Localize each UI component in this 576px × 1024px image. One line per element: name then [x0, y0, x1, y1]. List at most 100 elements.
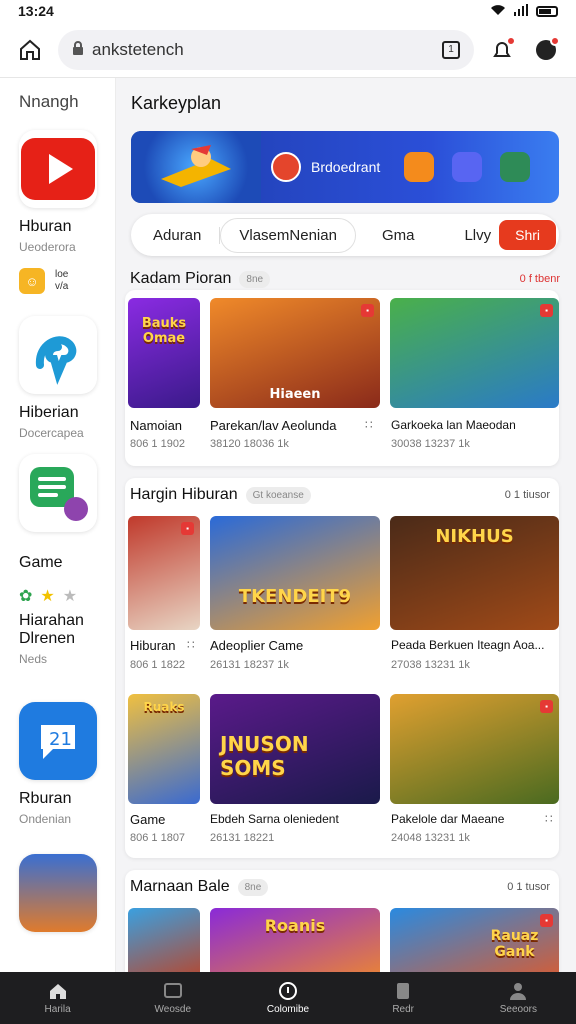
filter-aduran[interactable]: Aduran [145, 226, 221, 244]
bottom-nav: Harila Weosde Colomibe Redr Seeoors [0, 972, 576, 1024]
star-empty-icon: ★ [62, 588, 78, 605]
more-options-icon[interactable]: ∷ [545, 812, 553, 826]
section-card-1: Bauks Omae ▪ Hiaeen ▪ Namoian 806 1 1902… [125, 290, 559, 466]
game-tile[interactable]: Bauks Omae [128, 298, 200, 408]
game-tile[interactable]: ▪ [390, 298, 559, 408]
more-options-icon[interactable]: ∷ [187, 638, 195, 652]
nav-explore[interactable]: Colomibe [243, 981, 333, 1015]
more-options-icon[interactable]: ∷ [365, 418, 373, 432]
status-bar: 13:24 [0, 0, 576, 22]
banner-hero-art [131, 131, 261, 203]
nav-account[interactable]: Seeoors [473, 982, 563, 1015]
game-meta: 26131 18237 1k [210, 659, 289, 671]
person-icon [510, 982, 527, 1000]
game-meta: 806 1 1807 [130, 832, 186, 844]
banner-app-icon-3[interactable] [500, 152, 531, 182]
sidebar-app-hiarahan[interactable]: Hiarahan Dlrenen Neds [19, 612, 115, 666]
banner-play-button[interactable] [271, 152, 301, 182]
game-meta: 27038 13231 1k [391, 659, 470, 671]
see-more-link[interactable]: 0 1 tiusor [505, 489, 550, 501]
tile-badge: ▪ [540, 304, 553, 317]
play-icon [19, 130, 97, 208]
tile-badge: ▪ [181, 522, 194, 535]
see-more-link[interactable]: 0 1 tusor [507, 881, 550, 893]
tile-badge: ▪ [540, 914, 553, 927]
signal-icon [514, 3, 528, 19]
section-header-3: Marnaan Bale 8ne 0 1 tusor [130, 878, 550, 896]
tile-badge: ▪ [361, 304, 374, 317]
game-title[interactable]: Peada Berkuen Iteagn Aoa... [391, 638, 544, 652]
game-tile[interactable]: ▪ Rauaz Gank [390, 908, 559, 972]
game-title[interactable]: Parekan/lav Aeolunda [210, 418, 336, 433]
game-tile[interactable] [128, 908, 200, 972]
filter-bar: Aduran VlasemNenian Gma Llvy Shri [131, 214, 559, 256]
section-card-2: Hargin Hiburan Gt koeanse 0 1 tiusor ▪ T… [125, 478, 559, 858]
game-tile[interactable]: TKENDEIT9 [210, 516, 380, 630]
compass-icon [278, 981, 297, 1000]
star-icon: ★ [40, 588, 55, 605]
game-title[interactable]: Adeoplier Came [210, 638, 303, 653]
profile-badge [550, 35, 560, 46]
sidebar-app-rburan[interactable]: 21 Rburan Ondenian [19, 702, 115, 826]
section-card-3: Marnaan Bale 8ne 0 1 tusor Roanis ▪ Raua… [125, 870, 559, 972]
game-hero-icon[interactable] [19, 854, 97, 932]
puzzle-icon: ✿ [19, 588, 33, 605]
home-button[interactable] [14, 34, 46, 66]
game-meta: 26131 18221 [210, 832, 275, 844]
game-tile[interactable]: Roanis [210, 908, 380, 972]
tabs-icon[interactable]: 1 [442, 40, 460, 59]
tile-badge: ▪ [540, 700, 553, 713]
svg-text:21: 21 [49, 729, 72, 750]
sidebar-app-game[interactable]: Game [19, 454, 115, 572]
nav-home[interactable]: Harila [13, 982, 103, 1015]
chat-icon: 21 [19, 702, 97, 780]
swirl-icon [19, 316, 97, 394]
filter-llvy[interactable]: Llvy [456, 227, 499, 244]
document-icon [19, 454, 97, 532]
game-title[interactable]: Game [130, 812, 165, 827]
game-tile[interactable]: NIKHUS [390, 516, 559, 630]
app-badge-icon: ☺ [19, 268, 45, 294]
game-tile[interactable]: ▪ Hiaeen [210, 298, 380, 408]
url-bar[interactable]: ankstetench 1 [58, 29, 474, 70]
see-more-link[interactable]: 0 f tbenr [520, 273, 560, 285]
notification-badge [506, 35, 516, 46]
nav-library[interactable]: Redr [358, 982, 448, 1015]
game-title[interactable]: Hiburan [130, 638, 176, 653]
promo-banner[interactable]: Brdoedrant [131, 131, 559, 203]
game-title[interactable]: Pakelole dar Maeane [391, 812, 504, 826]
filter-gma[interactable]: Gma [374, 227, 423, 244]
section-header-1: Kadam Pioran 8ne 0 f tbenr [130, 270, 560, 288]
lock-icon [72, 40, 84, 60]
notifications-button[interactable] [486, 34, 518, 66]
game-meta: 24048 13231 1k [391, 832, 470, 844]
browser-toolbar: ankstetench 1 [0, 22, 576, 78]
main-content: Karkeyplan Brdoedrant Aduran VlasemNenia… [117, 78, 576, 972]
page-title: Karkeyplan [131, 93, 222, 113]
game-title[interactable]: Namoian [130, 418, 182, 433]
game-meta: 38120 18036 1k [210, 438, 289, 450]
sidebar-app-hiberian[interactable]: Hiberian Docercapea [19, 316, 115, 440]
sidebar-title: Nnangh [19, 92, 79, 111]
sidebar-app-hburan[interactable]: Hburan Ueoderora [19, 130, 115, 254]
profile-button[interactable] [530, 34, 562, 66]
home-icon [49, 983, 66, 999]
game-meta: 30038 13237 1k [391, 438, 470, 450]
game-tile[interactable]: JNUSON SOMS [210, 694, 380, 804]
game-tile[interactable]: ▪ [128, 516, 200, 630]
banner-app-icon-1[interactable] [404, 152, 435, 182]
game-title[interactable]: Garkoeka lan Maeodan [391, 418, 516, 432]
sidebar-small-app[interactable]: ☺ loe v/a [19, 268, 115, 294]
game-title[interactable]: Ebdeh Sarna oleniedent [210, 812, 339, 826]
filter-vlasem[interactable]: VlasemNenian [220, 217, 356, 253]
wifi-icon [490, 4, 506, 19]
nav-videos[interactable]: Weosde [128, 982, 218, 1015]
banner-app-icon-2[interactable] [452, 152, 483, 182]
section-header-2: Hargin Hiburan Gt koeanse 0 1 tiusor [130, 486, 550, 504]
filter-shri-active[interactable]: Shri [499, 220, 557, 250]
bookmark-icon [397, 982, 410, 999]
home-icon [20, 39, 40, 60]
game-tile[interactable]: ▪ [390, 694, 559, 804]
screen-icon [163, 982, 182, 998]
game-tile[interactable]: Ruaks [128, 694, 200, 804]
